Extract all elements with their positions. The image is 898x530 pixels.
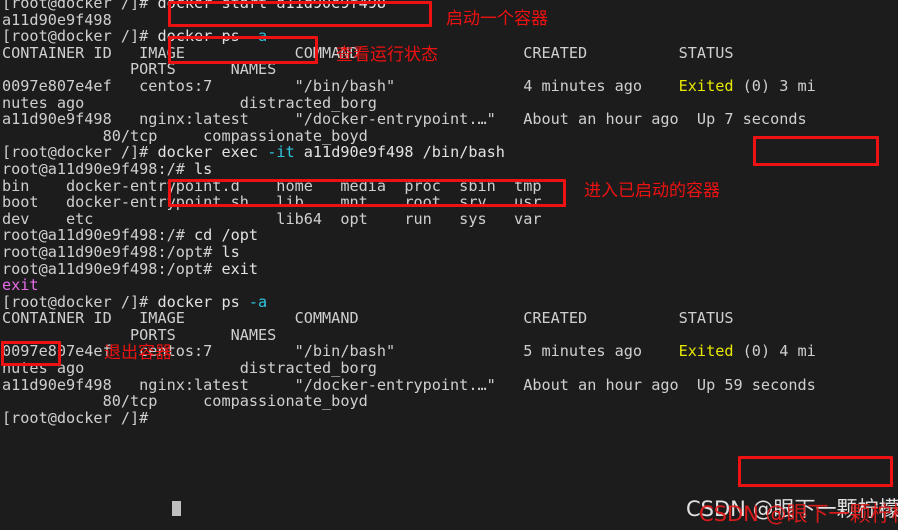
highlight-box-up-59-seconds xyxy=(738,456,893,487)
shell-prompt: [root@docker /]# xyxy=(2,408,158,427)
table-row-text: nutes ago distracted_borg xyxy=(2,93,377,112)
table-row-text: nutes ago distracted_borg xyxy=(2,359,377,378)
table-header-row: CONTAINER ID IMAGE COMMAND CREATED STATU… xyxy=(0,310,898,327)
shell-prompt: [root@docker /]# xyxy=(2,292,158,311)
terminal-line: [root@docker /]# xyxy=(0,410,898,427)
ls-output-row: dev etc lib64 opt run sys var xyxy=(0,209,898,228)
terminal-line: [root@docker /]# docker ps -a xyxy=(0,28,898,45)
annotation-start-container: 启动一个容器 xyxy=(446,9,548,29)
status-badge: Exited xyxy=(678,342,734,361)
ls-output-text: dev etc lib64 opt run sys var xyxy=(2,209,542,228)
container-prompt: root@a11d90e9f498:/# xyxy=(2,226,195,245)
command-docker-exec: docker exec xyxy=(157,143,268,162)
terminal-line: [root@docker /]# docker ps -a xyxy=(0,292,898,311)
ls-output-row: bin docker-entrypoint.d home media proc … xyxy=(0,176,898,195)
table-header-text: PORTS NAMES xyxy=(2,60,277,79)
annotation-exit-container: 退出容器 xyxy=(104,343,172,363)
command-cd: cd /opt xyxy=(194,226,259,245)
table-row: a11d90e9f498 nginx:latest "/docker-entry… xyxy=(0,111,898,128)
command-ls: ls xyxy=(221,242,240,261)
table-row: nutes ago distracted_borg xyxy=(0,93,898,112)
table-header-text: CONTAINER ID IMAGE COMMAND CREATED STATU… xyxy=(2,309,734,328)
output-exit: exit xyxy=(2,276,39,295)
table-header-row: PORTS NAMES xyxy=(0,61,898,78)
table-row: a11d90e9f498 nginx:latest "/docker-entry… xyxy=(0,375,898,394)
table-row: 80/tcp compassionate_boyd xyxy=(0,126,898,145)
terminal-line: root@a11d90e9f498:/opt# ls xyxy=(0,244,898,261)
status-badge: Up 7 seconds xyxy=(696,110,807,129)
command-ls: ls xyxy=(194,159,213,178)
table-row-text: a11d90e9f498 nginx:latest "/docker-entry… xyxy=(2,110,697,129)
status-badge: Up 59 seconds xyxy=(696,375,816,394)
output-container-id: a11d90e9f498 xyxy=(2,10,112,29)
command-docker-start: docker start a11d90e9f498 xyxy=(157,0,387,12)
table-header-text: PORTS NAMES xyxy=(2,325,277,344)
terminal-line: root@a11d90e9f498:/# ls xyxy=(0,161,898,178)
table-header-row: PORTS NAMES xyxy=(0,327,898,344)
command-flag-all: -a xyxy=(248,27,268,46)
command-docker-ps: docker ps xyxy=(157,292,249,311)
text-cursor xyxy=(172,501,181,516)
terminal-line: [root@docker /]# docker exec -it a11d90e… xyxy=(0,144,898,161)
table-row: 80/tcp compassionate_boyd xyxy=(0,393,898,410)
terminal-line: root@a11d90e9f498:/opt# exit xyxy=(0,259,898,278)
table-row: 0097e807e4ef centos:7 "/bin/bash" 4 minu… xyxy=(0,78,898,95)
command-flag-all: -a xyxy=(248,292,268,311)
command-exit: exit xyxy=(221,259,259,278)
command-docker-exec-args: a11d90e9f498 /bin/bash xyxy=(294,143,505,162)
terminal-line: exit xyxy=(0,277,898,294)
table-row-text: a11d90e9f498 nginx:latest "/docker-entry… xyxy=(2,375,697,394)
terminal-line: root@a11d90e9f498:/# cd /opt xyxy=(0,227,898,244)
command-flag-it: -it xyxy=(267,143,295,162)
status-detail: (0) 3 mi xyxy=(733,76,816,95)
ls-output-text: boot docker-entrypoint.sh lib mnt root s… xyxy=(2,193,542,212)
table-row-text: 80/tcp compassionate_boyd xyxy=(2,126,368,145)
shell-prompt: [root@docker /]# xyxy=(2,143,158,162)
container-prompt: root@a11d90e9f498:/# xyxy=(2,159,195,178)
ls-output-text: bin docker-entrypoint.d home media proc … xyxy=(2,176,542,195)
container-prompt: root@a11d90e9f498:/opt# xyxy=(2,259,222,278)
container-prompt: root@a11d90e9f498:/opt# xyxy=(2,242,222,261)
status-detail: (0) 4 mi xyxy=(733,342,816,361)
table-header-row: CONTAINER ID IMAGE COMMAND CREATED STATU… xyxy=(0,44,898,62)
watermark-red: CSDN @眼下一颗柠檬 xyxy=(699,502,898,526)
command-docker-ps: docker ps xyxy=(157,27,249,46)
shell-prompt: [root@docker /]# xyxy=(2,27,158,46)
annotation-check-status: 查看运行状态 xyxy=(336,45,438,65)
table-row-text: 80/tcp compassionate_boyd xyxy=(2,392,368,411)
terminal-window[interactable]: [root@docker /]# docker start a11d90e9f4… xyxy=(0,0,898,530)
table-row-text: 0097e807e4ef centos:7 "/bin/bash" 4 minu… xyxy=(2,76,679,95)
ls-output-row: boot docker-entrypoint.sh lib mnt root s… xyxy=(0,194,898,211)
status-badge: Exited xyxy=(678,76,734,95)
annotation-enter-container: 进入已启动的容器 xyxy=(584,181,720,201)
